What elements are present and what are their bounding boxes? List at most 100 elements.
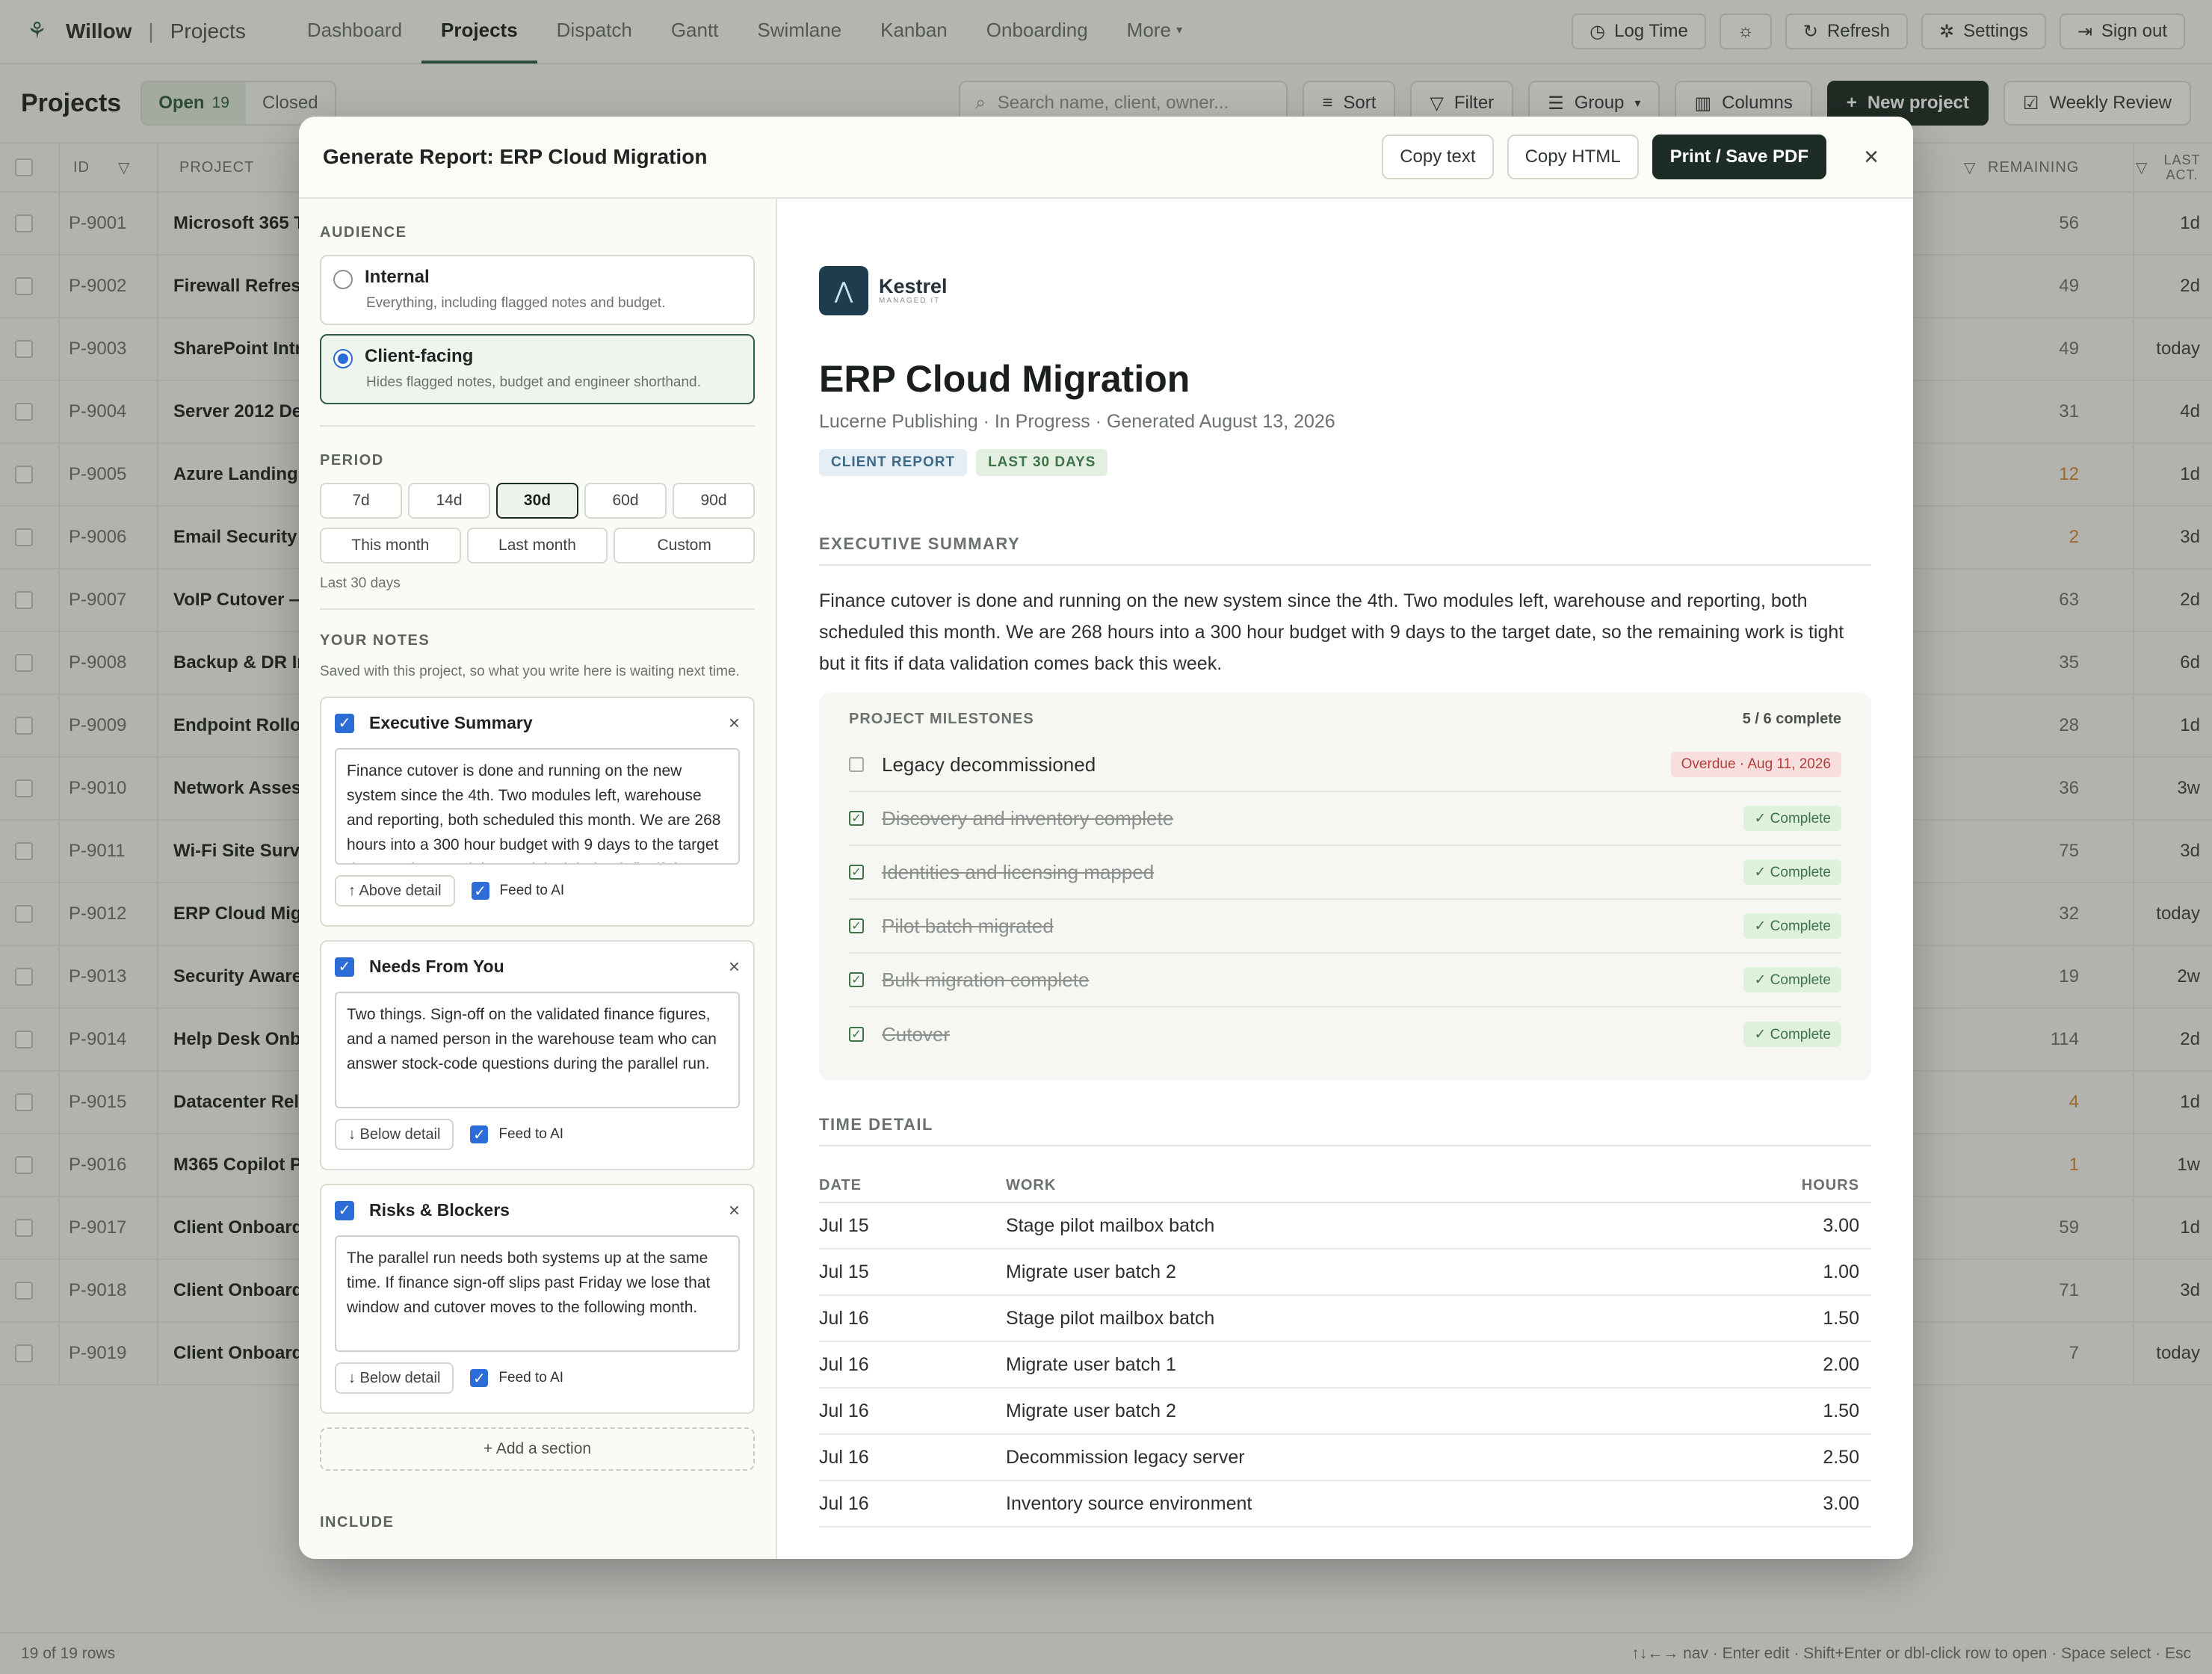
period-month-options: This month Last month Custom (320, 528, 756, 563)
report-subtitle: Lucerne Publishing · In Progress · Gener… (819, 411, 1335, 432)
milestone-row: Legacy decommissioned Overdue · Aug 11, 2… (849, 738, 1841, 792)
time-row: Jul 15 Migrate user batch 2 1.00 (819, 1250, 1871, 1296)
period-label: PERIOD (320, 452, 384, 469)
feed-to-ai-checkbox[interactable]: ✓ (471, 882, 489, 900)
internal-radio[interactable] (333, 270, 353, 289)
client-facing-title: Client-facing (365, 346, 474, 366)
time-date: Jul 15 (819, 1214, 869, 1236)
notes-desc: Saved with this project, so what you wri… (320, 664, 740, 679)
time-date: Jul 15 (819, 1261, 869, 1282)
time-col-work: WORK (1006, 1177, 1057, 1193)
note-textarea[interactable]: Two things. Sign-off on the validated fi… (335, 992, 740, 1108)
note-card: ✓ Risks & Blockers × The parallel run needs… (320, 1184, 755, 1414)
divider (320, 608, 755, 610)
note-enabled-checkbox[interactable]: ✓ (335, 957, 354, 977)
period-this-month[interactable]: This month (320, 528, 461, 563)
time-hours: 3.00 (1823, 1214, 1859, 1236)
milestone-check-icon: ✓ (849, 972, 864, 987)
audience-client-option[interactable]: Client-facing Hides flagged notes, budge… (320, 334, 755, 404)
time-row: Jul 16 Stage pilot mailbox batch 1.50 (819, 1296, 1871, 1342)
note-textarea[interactable]: Finance cutover is done and running on t… (335, 748, 740, 865)
audience-internal-option[interactable]: Internal Everything, including flagged n… (320, 255, 755, 325)
time-date: Jul 16 (819, 1353, 869, 1375)
period-30d[interactable]: 30d (496, 483, 578, 519)
print-save-pdf-button[interactable]: Print / Save PDF (1652, 135, 1826, 179)
client-facing-radio[interactable] (333, 349, 353, 368)
time-row: Jul 16 Migrate user batch 2 1.50 (819, 1389, 1871, 1435)
note-card: ✓ Executive Summary × Finance cutover is do… (320, 697, 755, 927)
close-icon[interactable]: × (1853, 139, 1889, 175)
note-position-button[interactable]: ↓ Below detail (335, 1119, 454, 1150)
milestone-row: ✓ Discovery and inventory complete ✓ Compl… (849, 792, 1841, 846)
period-60d[interactable]: 60d (584, 483, 667, 519)
notes-label: YOUR NOTES (320, 632, 430, 649)
milestone-check-icon: ✓ (849, 811, 864, 826)
milestone-label: Pilot batch migrated (882, 914, 1054, 937)
copy-text-button[interactable]: Copy text (1382, 135, 1494, 179)
note-card-header: ✓ Executive Summary × (335, 711, 740, 735)
time-row: Jul 16 Decommission legacy server 2.50 (819, 1435, 1871, 1481)
milestone-label: Legacy decommissioned (882, 753, 1096, 776)
include-label: INCLUDE (320, 1514, 395, 1531)
time-work: Migrate user batch 2 (1006, 1400, 1176, 1421)
add-section-button[interactable]: + Add a section (320, 1427, 755, 1471)
time-hours: 1.50 (1823, 1307, 1859, 1329)
milestone-check-icon: ✓ (849, 1027, 864, 1042)
client-facing-desc: Hides flagged notes, budget and engineer… (366, 374, 701, 390)
milestone-label: Cutover (882, 1022, 951, 1046)
milestone-status-badge: ✓ Complete (1743, 1022, 1841, 1047)
remove-note-icon[interactable]: × (729, 1199, 740, 1222)
note-enabled-checkbox[interactable]: ✓ (335, 713, 354, 733)
time-col-hours: HOURS (1801, 1177, 1859, 1193)
note-card-title: Needs From You (369, 957, 504, 976)
milestone-status-badge: ✓ Complete (1743, 859, 1841, 885)
feed-to-ai-toggle[interactable]: ✓ Feed to AI (470, 1369, 563, 1387)
period-last-month[interactable]: Last month (466, 528, 608, 563)
time-row: Jul 16 Inventory source environment 3.00 (819, 1481, 1871, 1528)
note-card-title: Risks & Blockers (369, 1200, 510, 1220)
exec-summary-text: Finance cutover is done and running on t… (819, 590, 1844, 674)
report-title: ERP Cloud Migration (819, 358, 1190, 400)
milestone-check-icon: ✓ (849, 918, 864, 933)
period-14d[interactable]: 14d (408, 483, 490, 519)
feed-to-ai-toggle[interactable]: ✓ Feed to AI (470, 1125, 563, 1143)
feed-to-ai-checkbox[interactable]: ✓ (470, 1125, 489, 1143)
period-custom[interactable]: Custom (614, 528, 756, 563)
modal-title: Generate Report: ERP Cloud Migration (323, 145, 708, 168)
note-position-button[interactable]: ↓ Below detail (335, 1362, 454, 1394)
milestone-empty-checkbox-icon (849, 757, 864, 772)
period-badge: LAST 30 DAYS (976, 449, 1108, 476)
time-detail-heading: TIME DETAIL (819, 1115, 1871, 1146)
note-card-header: ✓ Needs From You × (335, 955, 740, 978)
milestone-check-icon: ✓ (849, 865, 864, 880)
period-caption: Last 30 days (320, 575, 401, 591)
remove-note-icon[interactable]: × (729, 955, 740, 978)
period-90d[interactable]: 90d (673, 483, 755, 519)
time-row: Jul 15 Stage pilot mailbox batch 3.00 (819, 1203, 1871, 1250)
copy-html-button[interactable]: Copy HTML (1507, 135, 1639, 179)
milestone-label: Discovery and inventory complete (882, 806, 1174, 830)
feed-to-ai-label: Feed to AI (498, 1126, 564, 1142)
note-card-footer: ↓ Below detail ✓ Feed to AI (335, 1119, 740, 1150)
time-hours: 1.50 (1823, 1400, 1859, 1421)
time-hours: 2.00 (1823, 1353, 1859, 1375)
report-preview[interactable]: ⋀ Kestrel MANAGED IT ERP Cloud Migration… (777, 199, 1913, 1559)
feed-to-ai-toggle[interactable]: ✓ Feed to AI (471, 882, 564, 900)
milestone-row: ✓ Pilot batch migrated ✓ Complete (849, 900, 1841, 954)
feed-to-ai-checkbox[interactable]: ✓ (470, 1369, 489, 1387)
report-options-panel[interactable]: AUDIENCE Internal Everything, including … (299, 199, 777, 1559)
milestone-label: Bulk migration complete (882, 968, 1090, 991)
time-detail-rows: Jul 15 Stage pilot mailbox batch 3.00 Jul 1… (819, 1203, 1871, 1528)
note-position-button[interactable]: ↑ Above detail (335, 875, 455, 907)
note-textarea[interactable]: The parallel run needs both systems up a… (335, 1235, 740, 1352)
note-enabled-checkbox[interactable]: ✓ (335, 1200, 354, 1220)
time-work: Inventory source environment (1006, 1492, 1252, 1514)
logo-text: Kestrel MANAGED IT (879, 275, 948, 306)
period-7d[interactable]: 7d (320, 483, 402, 519)
logo-name: Kestrel (879, 275, 948, 297)
time-date: Jul 16 (819, 1446, 869, 1468)
remove-note-icon[interactable]: × (729, 711, 740, 735)
note-card: ✓ Needs From You × Two things. Sign-off on … (320, 940, 755, 1170)
milestones-label: PROJECT MILESTONES (849, 711, 1034, 727)
generate-report-modal: Generate Report: ERP Cloud Migration Cop… (299, 117, 1913, 1559)
